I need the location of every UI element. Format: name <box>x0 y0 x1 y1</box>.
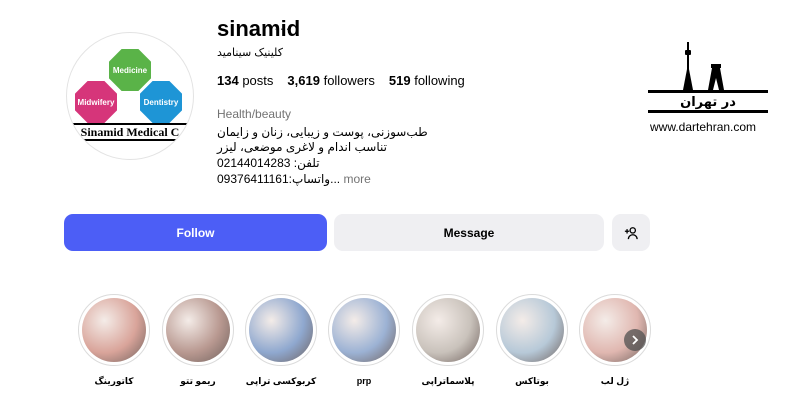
dartehran-logo[interactable]: در تهران <box>648 34 768 114</box>
highlight-label: کربوکسی تراپی <box>245 376 317 386</box>
profile-category: Health/beauty <box>217 107 292 121</box>
highlight-ring[interactable] <box>412 294 484 366</box>
highlight-thumbnail[interactable] <box>166 298 230 362</box>
highlight-thumbnail[interactable] <box>82 298 146 362</box>
highlight-label: پلاسماتراپی <box>421 376 475 386</box>
midwifery-badge: Midwifery <box>75 81 117 123</box>
bio-line: تناسب اندام و لاغری موضعی، لیزر <box>217 140 387 154</box>
highlight-thumbnail[interactable] <box>332 298 396 362</box>
bio-line: تلفن: 02144014283 <box>217 156 320 170</box>
next-highlights-button[interactable] <box>624 329 646 351</box>
highlight-item[interactable]: کربوکسی تراپی <box>245 294 317 387</box>
highlight-label: بوتاکس <box>515 376 549 386</box>
highlight-item[interactable]: prp <box>328 294 400 386</box>
follow-button[interactable]: Follow <box>64 214 327 251</box>
highlight-label: کاتورینگ <box>94 376 134 386</box>
highlight-item[interactable]: کاتورینگ <box>78 294 150 387</box>
posts-stat: 134 posts <box>217 73 274 88</box>
bio-last-line: 09376411161:واتساپ... <box>217 172 341 186</box>
profile-full-name: کلینیک سینامید <box>217 47 283 59</box>
more-link[interactable]: more <box>340 172 370 186</box>
following-stat[interactable]: 519 following <box>389 73 465 88</box>
highlight-ring[interactable] <box>78 294 150 366</box>
bio-line: 09376411161:واتساپ... more <box>217 172 371 186</box>
avatar-brand-text: Sinamid Medical C <box>67 123 193 141</box>
followers-stat[interactable]: 3,619 followers <box>287 73 374 88</box>
message-button[interactable]: Message <box>334 214 604 251</box>
highlight-thumbnail[interactable] <box>500 298 564 362</box>
highlight-ring[interactable] <box>162 294 234 366</box>
partner-url[interactable]: www.dartehran.com <box>650 120 756 134</box>
dentistry-badge: Dentistry <box>140 81 182 123</box>
highlight-thumbnail[interactable] <box>249 298 313 362</box>
more-options-icon[interactable]: ··· <box>274 20 291 36</box>
highlight-label: ریمو تتو <box>180 376 216 386</box>
highlight-label: ژل لب <box>600 376 630 386</box>
highlight-ring[interactable] <box>496 294 568 366</box>
profile-stats: 134 posts 3,619 followers 519 following <box>217 73 465 88</box>
add-person-icon <box>624 226 638 239</box>
highlight-item[interactable]: ریمو تتو <box>162 294 234 387</box>
highlight-item[interactable]: بوتاکس <box>496 294 568 387</box>
highlight-thumbnail[interactable] <box>416 298 480 362</box>
suggest-accounts-button[interactable] <box>612 214 650 251</box>
highlight-item[interactable]: پلاسماتراپی <box>412 294 484 387</box>
bio-line: طب‌سوزنی، پوست و زیبایی، زنان و زایمان <box>217 125 428 139</box>
chevron-right-icon <box>632 335 639 345</box>
highlight-ring[interactable] <box>328 294 400 366</box>
highlight-ring[interactable] <box>245 294 317 366</box>
highlight-label: prp <box>356 376 372 386</box>
logo-text: در تهران <box>680 95 736 110</box>
medicine-badge: Medicine <box>109 49 151 91</box>
profile-avatar[interactable]: Medicine Midwifery Dentistry Sinamid Med… <box>66 32 194 160</box>
